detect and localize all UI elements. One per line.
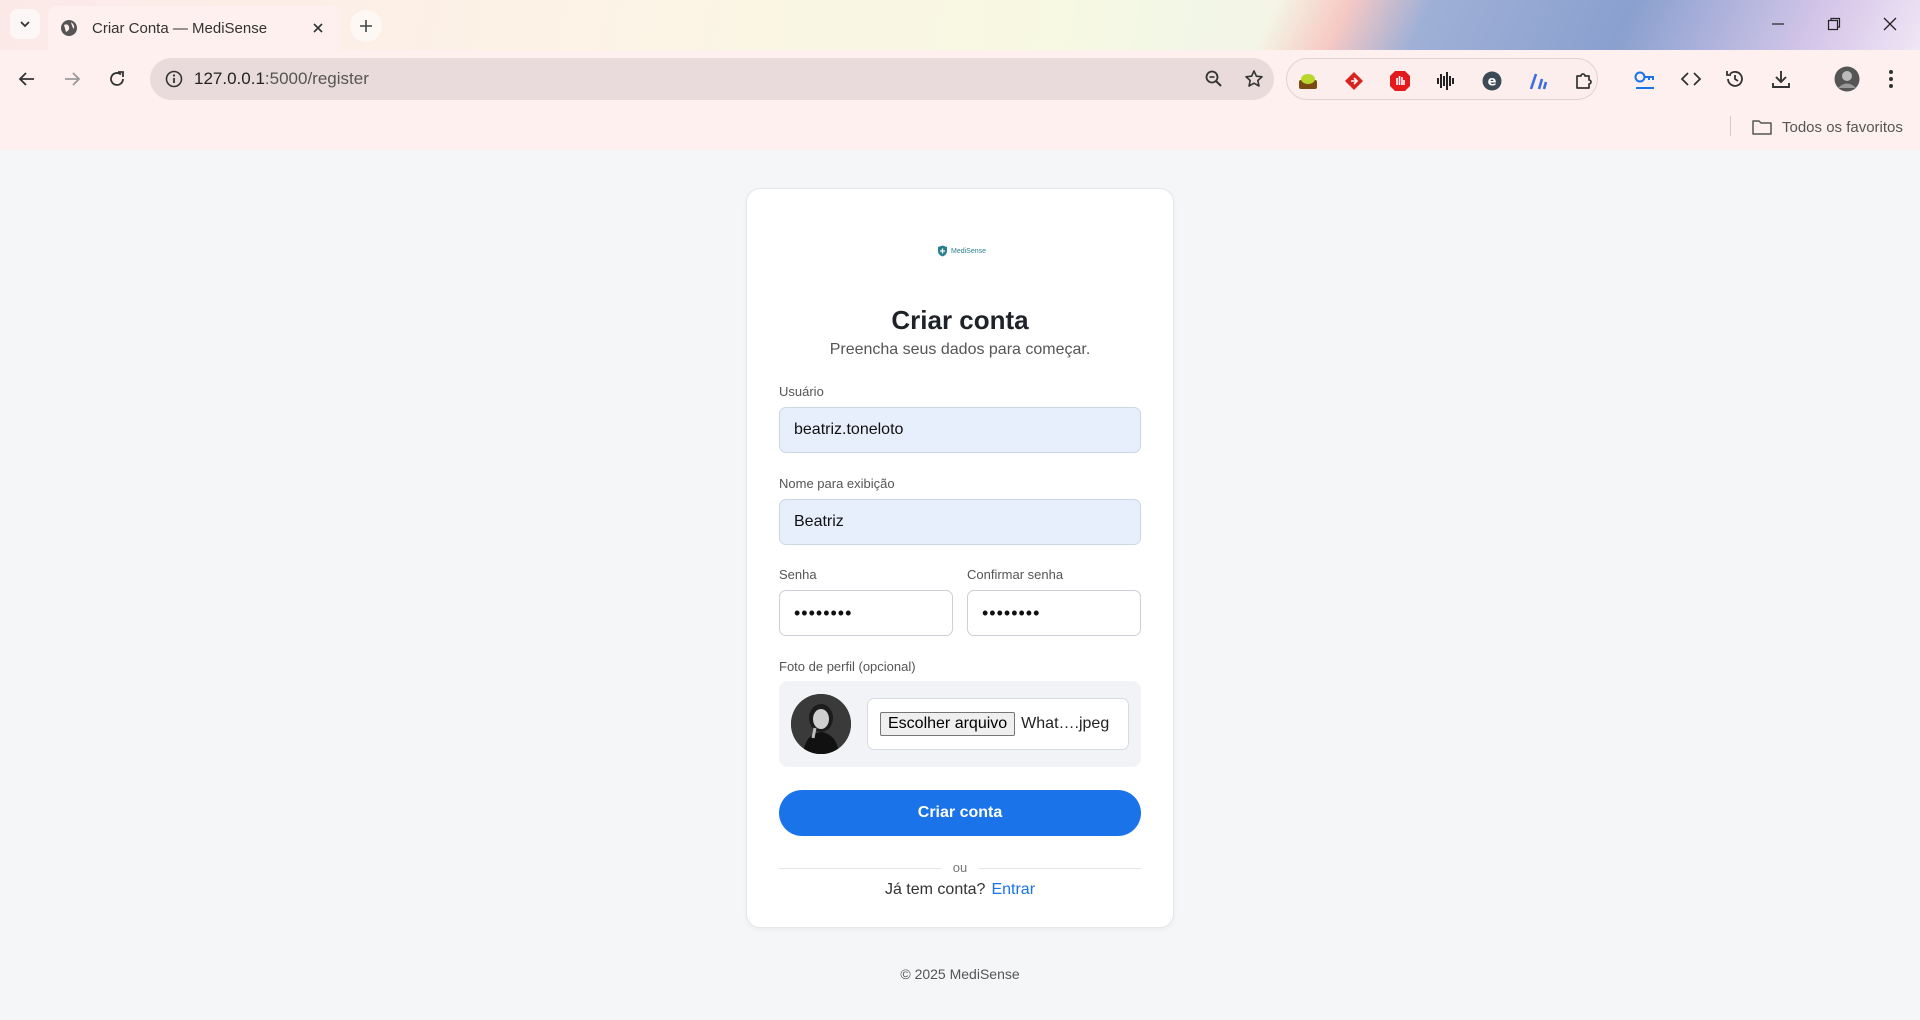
chevron-down-icon [20,21,30,28]
bookmarks-separator [1730,116,1731,136]
or-divider: ou [779,858,1141,878]
url-text[interactable]: 127.0.0.1:5000/register [194,69,1194,89]
login-link[interactable]: Entrar [991,881,1035,898]
profile-photo-label: Foto de perfil (opcional) [779,659,916,674]
file-name: What….jpeg [1021,715,1110,732]
restore-button[interactable] [1806,6,1862,42]
footer-copyright: © 2025 MediSense [900,966,1020,982]
create-account-button[interactable]: Criar conta [779,790,1141,836]
bookmarks-bar: Todos os favoritos [0,108,1920,150]
address-bar[interactable]: 127.0.0.1:5000/register [150,58,1274,100]
profile-avatar[interactable] [1830,62,1864,96]
circle-letter-extension-icon[interactable]: e [1479,68,1505,94]
folder-icon [1752,120,1772,135]
arrow-left-icon [18,72,34,86]
puzzle-extensions-icon[interactable] [1571,68,1597,94]
display-name-label: Nome para exibição [779,476,895,491]
username-label: Usuário [779,384,824,399]
tab-search-button[interactable] [10,9,40,39]
page-subtitle: Preencha seus dados para começar. [829,341,1091,358]
svg-text:e: e [1488,75,1497,90]
site-info-icon[interactable] [154,58,194,100]
extensions-group: e [1286,58,1598,100]
register-card: MediSense Criar conta Preencha seus dado… [746,188,1174,928]
close-tab-icon[interactable] [308,18,328,38]
back-button[interactable] [10,62,44,96]
close-icon [1883,17,1897,31]
zoom-icon[interactable] [1194,58,1234,100]
kebab-menu-icon[interactable] [1874,62,1908,96]
globe-icon [61,20,77,36]
all-bookmarks-button[interactable]: Todos os favoritos [1752,114,1903,140]
password-input[interactable]: •••••••• [779,590,953,636]
confirm-password-label: Confirmar senha [967,567,1064,582]
logo-text: MediSense [951,247,987,255]
download-icon[interactable] [1764,62,1798,96]
all-bookmarks-label: Todos os favoritos [1782,118,1903,136]
choose-file-button[interactable]: Escolher arquivo [880,712,1016,736]
display-name-input[interactable]: Beatriz [779,499,1141,545]
medisense-logo: MediSense [937,245,986,257]
url-path: :5000/register [264,69,369,88]
history-icon[interactable] [1718,62,1752,96]
tab-title: Criar Conta — MediSense [92,19,268,37]
has-account-text: Já tem conta? [884,881,986,898]
reload-button[interactable] [100,62,134,96]
password-label: Senha [779,567,817,582]
username-input[interactable]: beatriz.toneloto [779,407,1141,453]
minimize-button[interactable] [1750,6,1806,42]
or-text: ou [952,860,968,875]
minimize-icon [1772,23,1784,25]
shield-icon [938,245,947,257]
confirm-password-input[interactable]: •••••••• [967,590,1141,636]
arrow-right-icon [65,72,81,86]
blue-chart-extension-icon[interactable] [1525,68,1551,94]
tab-strip: Criar Conta — MediSense [0,0,1920,50]
active-tab[interactable]: Criar Conta — MediSense [48,6,340,50]
reload-icon [110,71,124,86]
code-icon[interactable] [1674,62,1708,96]
red-diamond-extension-icon[interactable] [1341,68,1367,94]
login-prompt: Já tem conta? Entrar [747,881,1173,899]
new-tab-button[interactable] [350,10,382,42]
red-hand-extension-icon[interactable] [1387,68,1413,94]
password-key-icon[interactable] [1628,62,1662,96]
page-title: Criar conta [891,305,1029,335]
green-extension-icon[interactable] [1295,68,1321,94]
profile-photo-box: Escolher arquivo What….jpeg [779,681,1141,767]
toolbar: 127.0.0.1:5000/register e [0,50,1920,108]
forward-button[interactable] [55,62,89,96]
avatar-preview [791,694,851,754]
restore-icon [1827,17,1841,31]
close-window-button[interactable] [1862,6,1918,42]
browser-chrome: Criar Conta — MediSense 127.0.0.1:5000/r… [0,0,1920,150]
bookmark-star-icon[interactable] [1234,58,1274,100]
url-host: 127.0.0.1 [194,69,265,88]
audio-bars-extension-icon[interactable] [1433,68,1459,94]
file-input[interactable]: Escolher arquivo What….jpeg [867,698,1129,750]
plus-icon [360,20,372,32]
